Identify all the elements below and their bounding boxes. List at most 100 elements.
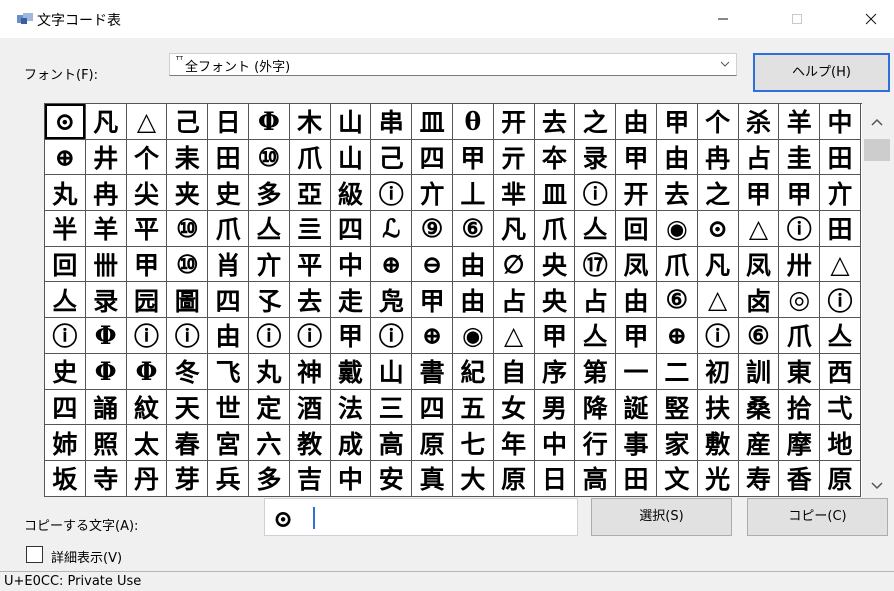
character-cell[interactable]: 去 [656, 175, 698, 212]
character-cell[interactable]: 原 [820, 460, 861, 497]
character-cell[interactable]: 男 [534, 389, 576, 426]
help-button[interactable]: ヘルプ(H) [753, 53, 890, 92]
character-cell[interactable]: 六 [248, 425, 290, 461]
character-cell[interactable]: 个 [697, 104, 739, 140]
character-grid-cells[interactable]: ⊙ 凡 △ 己日 Φ 木山串皿 θ 开去之由甲个杀羊中 ⊕ 井个耒田 ⑩ 爪山己四甲亓夲录甲由冉占圭田… [45, 104, 862, 497]
character-cell[interactable]: 中 [330, 460, 372, 497]
character-cell[interactable]: 圖 [167, 282, 209, 319]
character-cell[interactable]: 東 [779, 353, 821, 390]
character-cell[interactable]: 亣 [412, 175, 453, 212]
character-cell[interactable]: 爪 [534, 211, 576, 247]
character-cell[interactable]: ℒ [371, 211, 413, 247]
character-cell[interactable]: 凡 [493, 211, 535, 247]
character-cell[interactable]: 杀 [738, 104, 780, 140]
character-cell[interactable]: 山 [330, 139, 372, 176]
character-cell[interactable]: 田 [208, 139, 249, 176]
character-cell[interactable]: 圭 [779, 139, 821, 176]
character-cell[interactable]: 开 [616, 175, 657, 212]
character-cell[interactable]: ⓘ [126, 318, 168, 354]
character-cell[interactable]: 春 [167, 425, 209, 461]
maximize-button[interactable] [774, 0, 820, 38]
character-cell[interactable]: 四 [412, 389, 453, 426]
character-cell[interactable]: Φ [85, 318, 127, 354]
character-cell[interactable]: 香 [779, 460, 821, 497]
character-cell[interactable]: 桑 [738, 389, 780, 426]
character-cell[interactable]: 回 [616, 211, 657, 247]
character-cell[interactable]: 之 [697, 175, 739, 212]
character-cell[interactable]: ⊙ [697, 211, 739, 247]
character-cell[interactable]: ⑥ [452, 211, 494, 247]
character-cell[interactable]: 原 [493, 460, 535, 497]
character-cell[interactable]: 冉 [697, 139, 739, 176]
character-cell[interactable]: 开 [493, 104, 535, 140]
character-cell[interactable]: 五 [452, 389, 494, 426]
character-cell[interactable]: Φ [126, 353, 168, 390]
character-cell[interactable]: 甲 [126, 246, 168, 283]
character-cell[interactable]: 事 [616, 425, 657, 461]
character-cell[interactable]: 甲 [779, 175, 821, 212]
character-cell[interactable]: ⑨ [412, 211, 453, 247]
character-cell[interactable]: ⓘ [289, 318, 331, 354]
character-cell[interactable]: ⊕ [412, 318, 453, 354]
character-cell[interactable]: 初 [697, 353, 739, 390]
character-cell[interactable]: 二 [656, 353, 698, 390]
grid-scrollbar[interactable] [862, 103, 892, 499]
character-cell[interactable]: 兵 [208, 460, 249, 497]
character-cell[interactable]: 史 [45, 353, 86, 390]
character-cell[interactable]: 丹 [126, 460, 168, 497]
character-cell[interactable]: 串 [371, 104, 413, 140]
character-cell[interactable]: 冉 [85, 175, 127, 212]
character-cell[interactable]: 照 [85, 425, 127, 461]
character-cell[interactable]: 卌 [85, 246, 127, 283]
character-cell[interactable]: 三 [371, 389, 413, 426]
character-cell[interactable]: 爪 [208, 211, 249, 247]
scroll-up-icon[interactable] [871, 115, 883, 130]
character-cell[interactable]: 四 [330, 211, 372, 247]
character-cell[interactable]: 冬 [167, 353, 209, 390]
character-cell[interactable]: 姉 [45, 425, 86, 461]
font-select[interactable]: ᵀᵀ 全フォント (外字) [169, 53, 737, 76]
character-cell[interactable]: 山 [371, 353, 413, 390]
character-cell[interactable]: 园 [126, 282, 168, 319]
character-cell[interactable]: ⑩ [167, 246, 209, 283]
scrollbar-thumb[interactable] [864, 139, 890, 161]
character-cell[interactable]: 亖 [289, 211, 331, 247]
character-cell[interactable]: 教 [289, 425, 331, 461]
character-cell[interactable]: 录 [85, 282, 127, 319]
character-cell[interactable]: 第 [575, 353, 617, 390]
minimize-button[interactable] [700, 0, 746, 38]
character-cell[interactable]: Φ [85, 353, 127, 390]
character-cell[interactable]: 高 [371, 425, 413, 461]
character-cell[interactable]: 亣 [820, 175, 861, 212]
character-cell[interactable]: 己 [167, 104, 209, 140]
copy-chars-input[interactable]: ⊙ [264, 498, 578, 536]
character-cell[interactable]: 之 [575, 104, 617, 140]
character-cell[interactable]: 日 [534, 460, 576, 497]
character-cell[interactable]: 西 [820, 353, 861, 390]
character-cell[interactable]: 四 [45, 389, 86, 426]
character-cell[interactable]: ◎ [779, 282, 821, 319]
character-cell[interactable]: 去 [289, 282, 331, 319]
character-cell[interactable]: △ [697, 282, 739, 319]
character-cell[interactable]: 摩 [779, 425, 821, 461]
character-cell[interactable]: 原 [412, 425, 453, 461]
character-cell[interactable]: 紀 [452, 353, 494, 390]
character-cell[interactable]: 誕 [616, 389, 657, 426]
character-cell[interactable]: 占 [493, 282, 535, 319]
character-cell[interactable]: △ [126, 104, 168, 140]
character-cell[interactable]: 級 [330, 175, 372, 212]
character-cell[interactable]: 戴 [330, 353, 372, 390]
character-cell[interactable]: 甲 [656, 104, 698, 140]
character-cell[interactable]: 芈 [493, 175, 535, 212]
character-cell[interactable]: ⊕ [45, 139, 86, 176]
select-button[interactable]: 選択(S) [591, 498, 732, 536]
scroll-down-icon[interactable] [871, 479, 883, 494]
character-cell[interactable]: 甲 [452, 139, 494, 176]
character-cell[interactable]: 多 [248, 175, 290, 212]
character-cell[interactable]: 丄 [452, 175, 494, 212]
character-cell[interactable]: 四 [412, 139, 453, 176]
character-cell[interactable]: 安 [371, 460, 413, 497]
character-cell[interactable]: 酒 [289, 389, 331, 426]
character-cell[interactable]: 央 [534, 282, 576, 319]
character-cell[interactable]: 宮 [208, 425, 249, 461]
